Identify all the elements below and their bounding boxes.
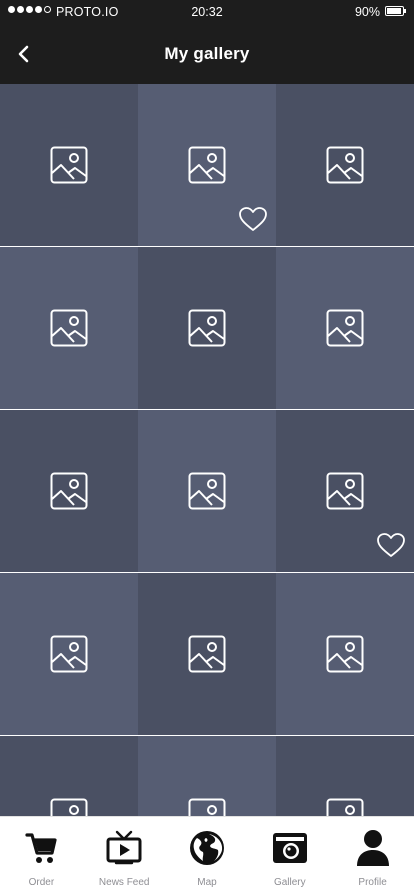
gallery-tile[interactable] <box>276 736 414 816</box>
image-placeholder-icon <box>188 472 226 510</box>
tab-bar: Order News Feed Map Gallery Profile <box>0 816 414 896</box>
tab-order[interactable]: Order <box>0 817 83 896</box>
heart-icon[interactable] <box>376 532 406 558</box>
image-placeholder-icon <box>50 798 88 816</box>
image-placeholder-icon <box>326 472 364 510</box>
gallery-tile[interactable] <box>0 84 138 246</box>
tab-news-feed[interactable]: News Feed <box>83 817 166 896</box>
tab-map[interactable]: Map <box>166 817 249 896</box>
image-placeholder-icon <box>188 635 226 673</box>
image-placeholder-icon <box>50 472 88 510</box>
tab-profile[interactable]: Profile <box>331 817 414 896</box>
status-bar: PROTO.IO 20:32 90% <box>0 0 414 24</box>
gallery-tile[interactable] <box>276 247 414 409</box>
tab-label: Profile <box>358 877 387 888</box>
tab-gallery[interactable]: Gallery <box>248 817 331 896</box>
tab-label: Gallery <box>273 877 306 888</box>
gallery-tile[interactable] <box>276 84 414 246</box>
gallery-tile[interactable] <box>138 247 276 409</box>
image-placeholder-icon <box>188 309 226 347</box>
globe-icon[interactable] <box>187 829 227 867</box>
tab-label: News Feed <box>98 877 150 888</box>
person-icon[interactable] <box>353 829 393 867</box>
tab-label: Order <box>28 877 55 888</box>
page-title: My gallery <box>164 44 250 63</box>
navigation-bar: My gallery <box>0 24 414 84</box>
gallery-tile[interactable] <box>138 736 276 816</box>
battery-percentage: 90% <box>354 5 380 19</box>
gallery-tile[interactable] <box>276 410 414 572</box>
camera-icon[interactable] <box>270 829 310 867</box>
image-placeholder-icon <box>50 146 88 184</box>
gallery-tile[interactable] <box>0 736 138 816</box>
image-placeholder-icon <box>326 635 364 673</box>
image-placeholder-icon <box>50 635 88 673</box>
tv-icon[interactable] <box>104 829 144 867</box>
gallery-tile[interactable] <box>0 247 138 409</box>
tab-label: Map <box>197 877 217 888</box>
gallery-grid[interactable] <box>0 84 414 816</box>
battery-icon <box>385 6 406 16</box>
gallery-tile[interactable] <box>0 573 138 735</box>
gallery-tile[interactable] <box>276 573 414 735</box>
status-time: 20:32 <box>191 5 223 19</box>
image-placeholder-icon <box>188 798 226 816</box>
cart-icon[interactable] <box>21 829 61 867</box>
gallery-tile[interactable] <box>138 573 276 735</box>
heart-icon[interactable] <box>238 206 268 232</box>
image-placeholder-icon <box>50 309 88 347</box>
image-placeholder-icon <box>188 146 226 184</box>
gallery-tile[interactable] <box>138 84 276 246</box>
image-placeholder-icon <box>326 798 364 816</box>
image-placeholder-icon <box>326 309 364 347</box>
gallery-tile[interactable] <box>138 410 276 572</box>
image-placeholder-icon <box>326 146 364 184</box>
gallery-tile[interactable] <box>0 410 138 572</box>
